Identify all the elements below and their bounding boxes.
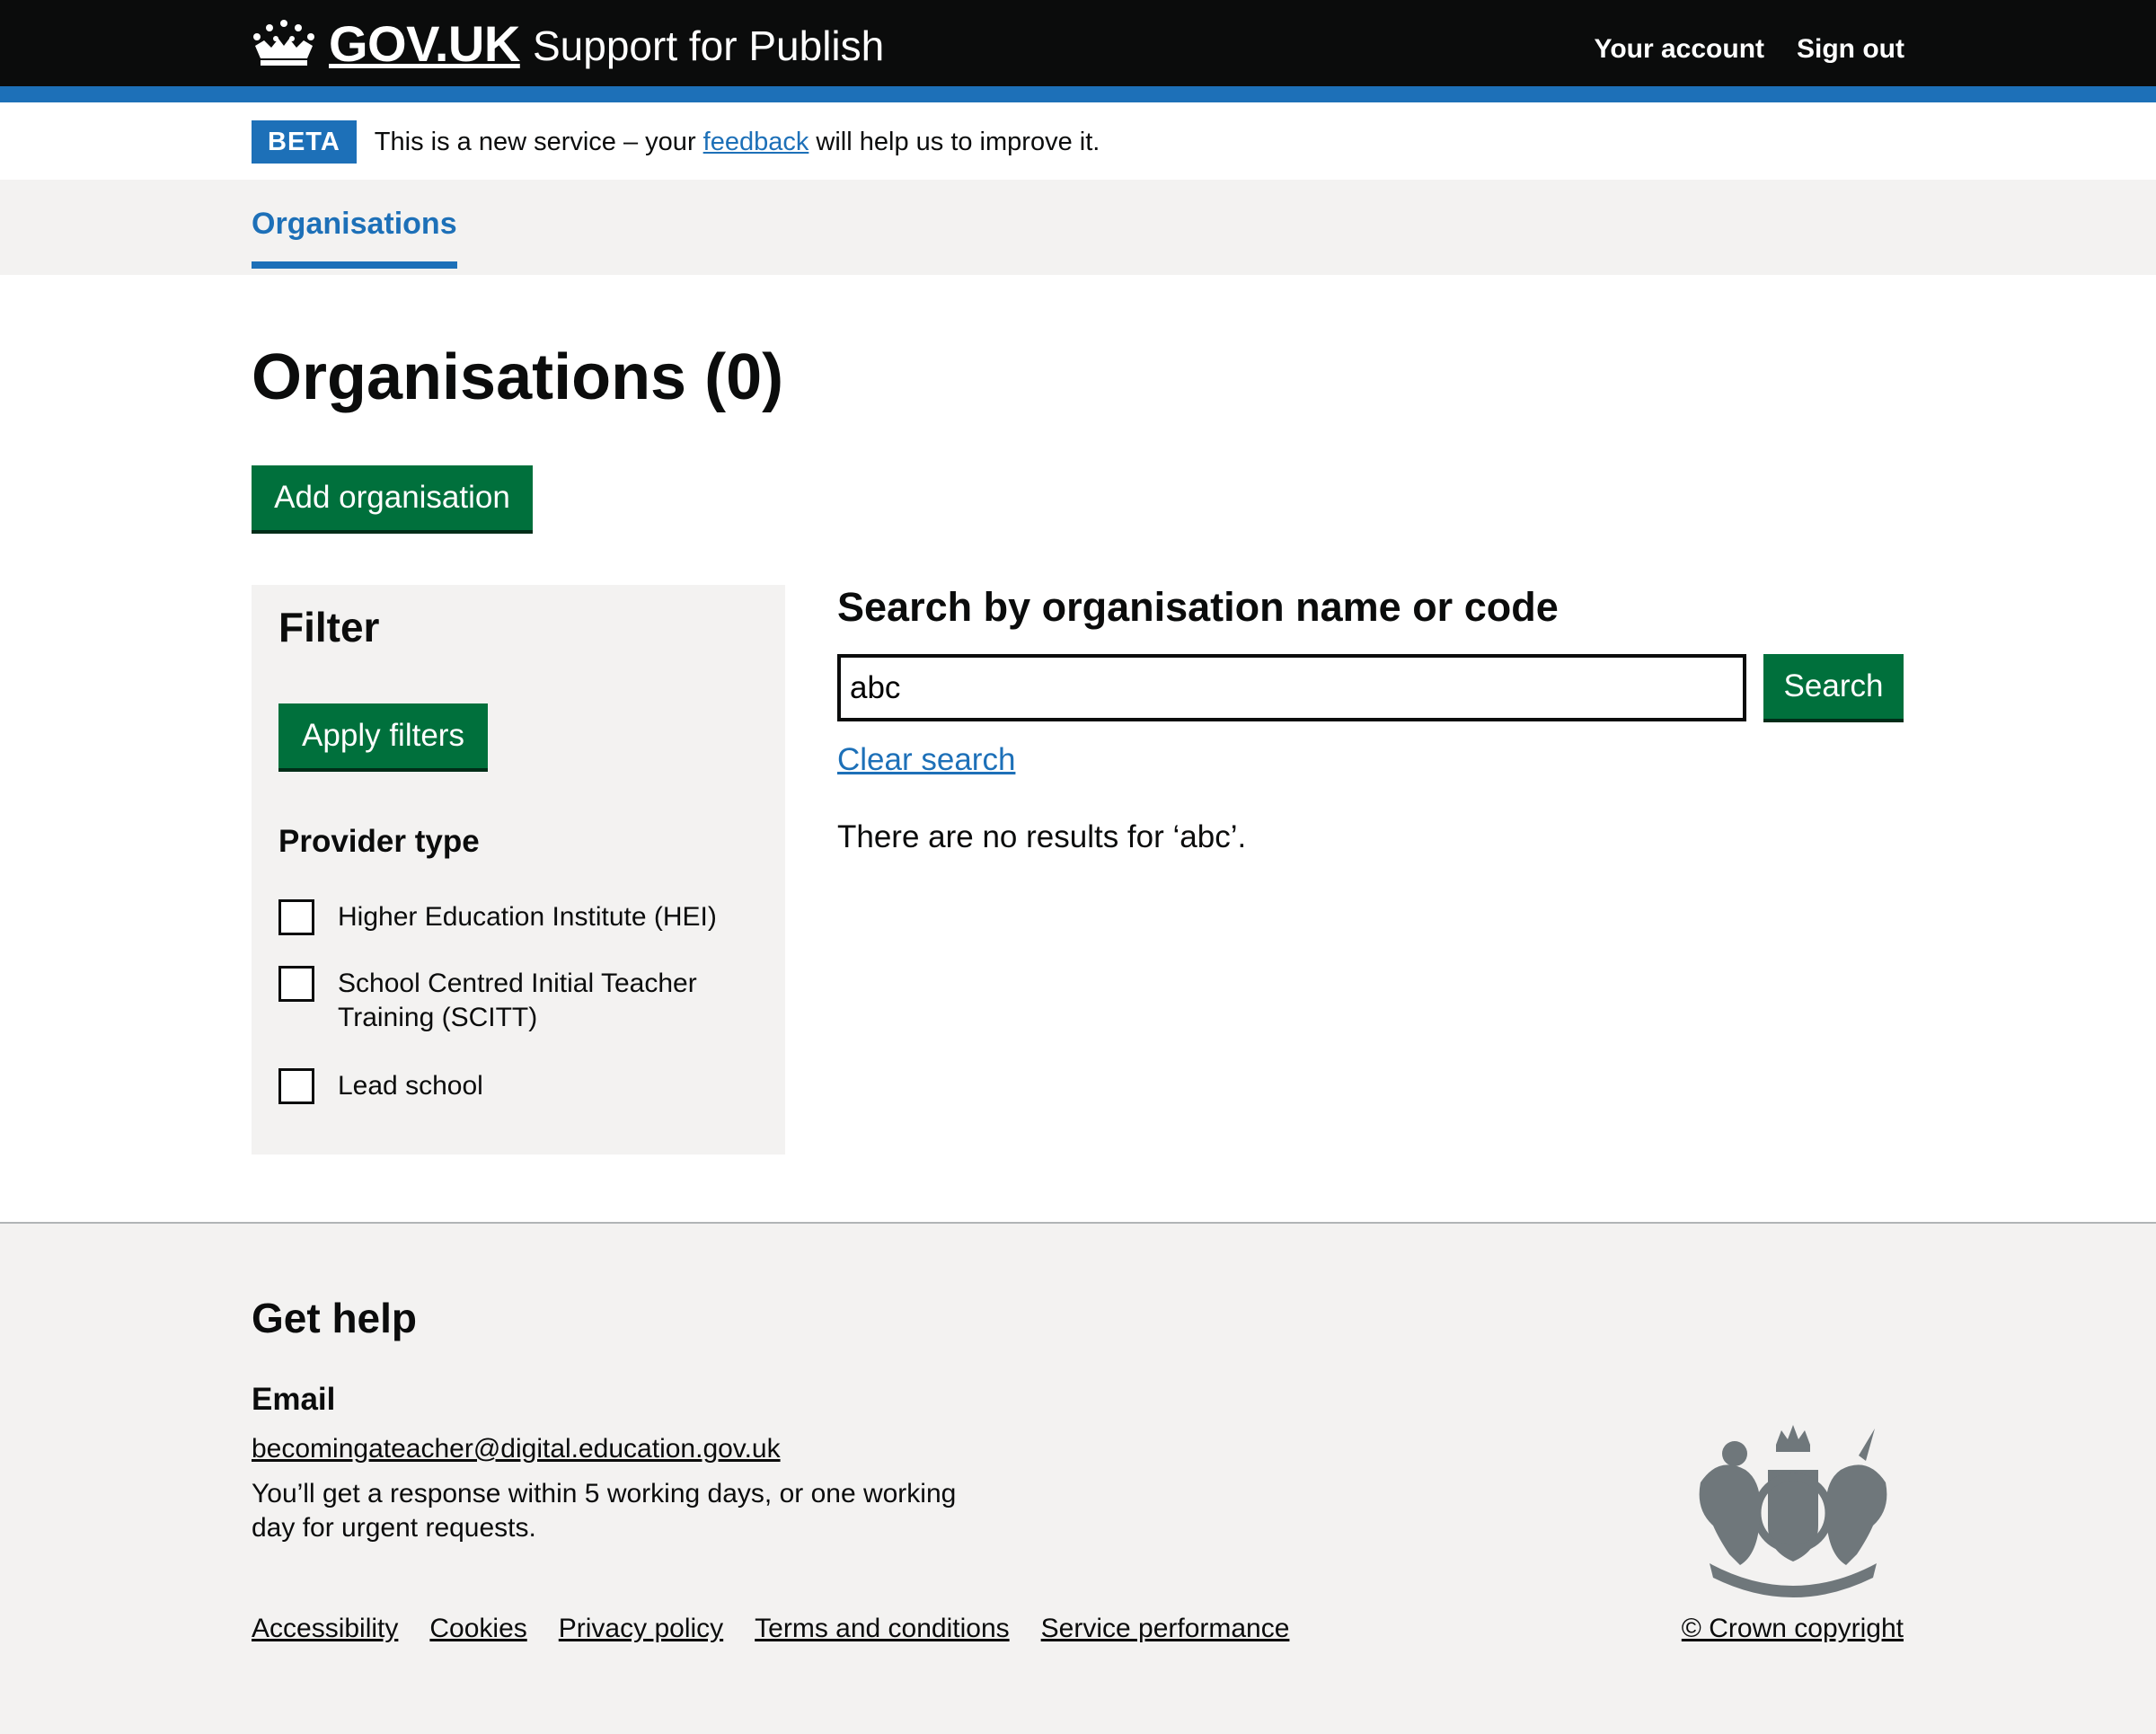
filter-option-label: School Centred Initial Teacher Training … [338,969,697,1032]
site-footer: Get help Email becomingateacher@digital.… [0,1222,2156,1734]
support-email-link[interactable]: becomingateacher@digital.education.gov.u… [252,1434,781,1464]
header-blue-strip [0,86,2156,102]
footer-link-cookies[interactable]: Cookies [429,1614,526,1644]
no-results-message: There are no results for ‘abc’. [837,819,1247,854]
filter-heading: Filter [278,604,380,650]
logo-text: GOV.UK [329,14,520,72]
filter-option-hei[interactable]: Higher Education Institute (HEI) [278,899,733,935]
crown-copyright-link[interactable]: © Crown copyright [1682,1614,1904,1644]
footer-link-accessibility[interactable]: Accessibility [252,1614,398,1644]
filter-option-label: Higher Education Institute (HEI) [338,902,717,932]
nav-organisations[interactable]: Organisations [252,207,457,269]
search-input[interactable] [837,654,1746,721]
email-heading: Email [252,1382,336,1417]
beta-tag: BETA [252,120,357,164]
footer-link-service-performance[interactable]: Service performance [1041,1614,1290,1644]
primary-navigation: Organisations [0,180,2156,275]
filter-option-lead-school[interactable]: Lead school [278,1068,733,1104]
provider-type-legend: Provider type [278,824,480,859]
footer-heading: Get help [252,1295,418,1341]
filter-option-scitt[interactable]: School Centred Initial Teacher Training … [278,966,733,1035]
royal-coat-of-arms-icon [1699,1425,1887,1597]
header-navigation: Your account Sign out [1595,34,1904,65]
clear-search-link[interactable]: Clear search [837,742,1015,778]
checkbox-scitt[interactable] [278,966,314,1002]
phase-banner: BETA This is a new service – your feedba… [252,120,1100,164]
site-header: GOV.UK Support for Publish Your account … [0,0,2156,86]
govuk-logo-link[interactable]: GOV.UK [252,15,520,72]
filter-option-label: Lead school [338,1071,483,1101]
crown-icon [253,20,314,66]
your-account-link[interactable]: Your account [1595,34,1764,65]
search-heading: Search by organisation name or code [837,584,1559,630]
sign-out-link[interactable]: Sign out [1797,34,1904,65]
checkbox-hei[interactable] [278,899,314,935]
phase-text-before: This is a new service – your [374,127,703,156]
feedback-link[interactable]: feedback [703,128,809,156]
checkbox-lead-school[interactable] [278,1068,314,1104]
footer-link-terms[interactable]: Terms and conditions [755,1614,1009,1644]
add-organisation-button[interactable]: Add organisation [252,465,533,530]
apply-filters-button[interactable]: Apply filters [278,703,488,768]
phase-banner-text: This is a new service – your feedback wi… [375,128,1100,157]
page-title: Organisations (0) [252,341,784,413]
footer-links: Accessibility Cookies Privacy policy Ter… [252,1614,1289,1644]
service-name-link[interactable]: Support for Publish [533,22,884,70]
search-button[interactable]: Search [1763,654,1904,719]
footer-link-privacy[interactable]: Privacy policy [559,1614,723,1644]
phase-text-after: will help us to improve it. [808,127,1100,156]
filter-panel: Filter Apply filters Provider type Highe… [252,585,785,1155]
response-time-text: You’ll get a response within 5 working d… [252,1479,957,1543]
